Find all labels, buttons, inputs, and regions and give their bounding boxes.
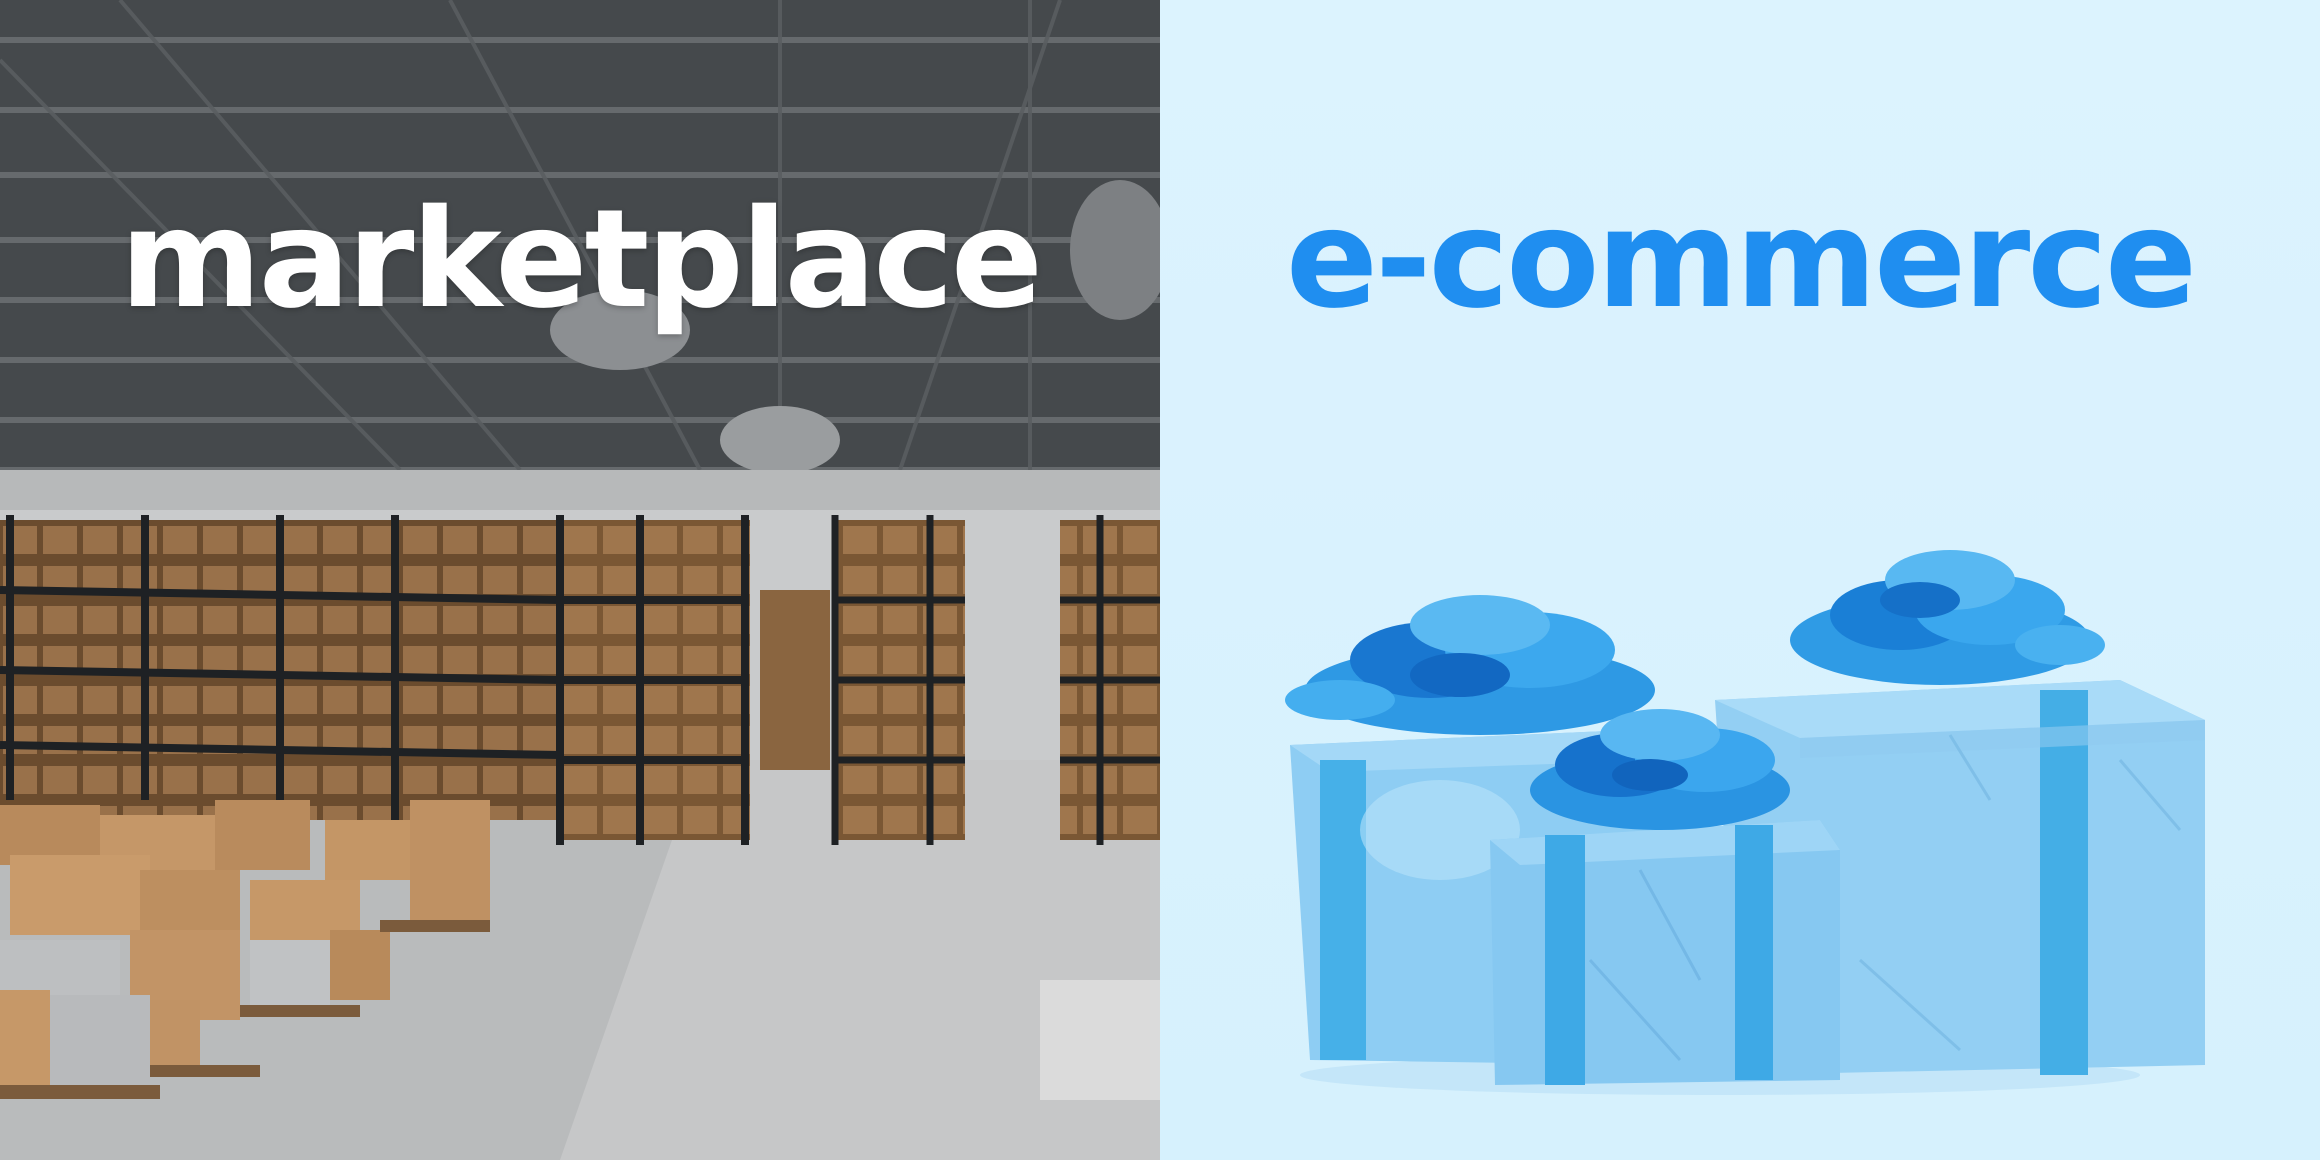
large-bow (1790, 550, 2105, 685)
front-gift-box (1490, 820, 1840, 1085)
marketplace-panel: marketplace (0, 0, 1160, 1160)
left-bow (1285, 595, 1655, 735)
ecommerce-headline: e-commerce (1285, 181, 2197, 339)
gift-boxes-illustration (1285, 550, 2205, 1095)
warehouse-illustration (0, 0, 1160, 1160)
ecommerce-panel: e-commerce (1160, 0, 2320, 1160)
marketplace-headline: marketplace (119, 181, 1043, 339)
